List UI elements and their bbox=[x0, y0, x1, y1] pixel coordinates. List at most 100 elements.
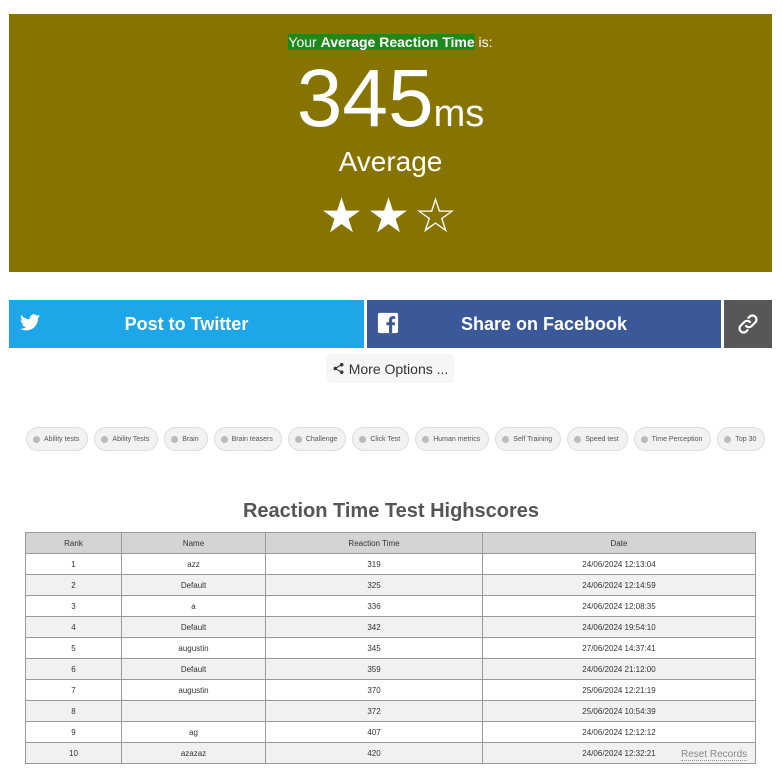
cell-name: Default bbox=[121, 658, 266, 680]
tag-dot-icon bbox=[294, 435, 302, 443]
cell-name: Default bbox=[121, 574, 266, 596]
result-panel: Your Average Reaction Time is: 345ms Ave… bbox=[9, 14, 772, 272]
tag-dot-icon bbox=[574, 435, 582, 443]
tag-label: Ability tests bbox=[44, 435, 80, 443]
tag-dot-icon bbox=[101, 435, 109, 443]
tag-chip[interactable]: Self Training bbox=[495, 427, 562, 451]
cell-rank: 10 bbox=[25, 742, 122, 764]
cell-rank: 6 bbox=[25, 658, 122, 680]
tag-chip[interactable]: Click Test bbox=[352, 427, 410, 451]
column-header-date: Date bbox=[482, 532, 756, 554]
cell-reaction-time: 370 bbox=[265, 679, 483, 701]
cell-name: ag bbox=[121, 721, 266, 743]
tag-chip[interactable]: Ability Tests bbox=[94, 427, 159, 451]
cell-name: azazaz bbox=[121, 742, 266, 764]
table-row: 3 a 336 24/06/2024 12:08:35 bbox=[25, 595, 756, 617]
cell-reaction-time: 342 bbox=[265, 616, 483, 638]
more-options-label: More Options ... bbox=[348, 360, 449, 377]
tag-dot-icon bbox=[220, 435, 228, 443]
intro-suffix: is: bbox=[474, 34, 493, 50]
link-icon bbox=[738, 314, 758, 334]
tag-dot-icon bbox=[640, 435, 648, 443]
table-header-row: Rank Name Reaction Time Date bbox=[25, 532, 756, 554]
intro-highlight-box: Your Average Reaction Time bbox=[288, 34, 475, 50]
tag-list: Ability tests Ability Tests Brain Brain … bbox=[26, 427, 766, 451]
cell-date: 24/06/2024 12:12:12 bbox=[482, 721, 756, 743]
cell-reaction-time: 359 bbox=[265, 658, 483, 680]
cell-date: 27/06/2024 14:37:41 bbox=[482, 637, 756, 659]
cell-name: azz bbox=[121, 553, 266, 575]
table-row: 5 augustin 345 27/06/2024 14:37:41 bbox=[25, 637, 756, 659]
tag-label: Speed test bbox=[585, 435, 619, 443]
intro-highlight: Average Reaction Time bbox=[320, 34, 475, 50]
tag-label: Top 30 bbox=[735, 435, 757, 443]
cell-rank: 7 bbox=[25, 679, 122, 701]
tag-dot-icon bbox=[359, 435, 367, 443]
tag-label: Brain bbox=[182, 435, 199, 443]
cell-reaction-time: 336 bbox=[265, 595, 483, 617]
tag-chip[interactable]: Brain teasers bbox=[213, 427, 282, 451]
cell-reaction-time: 420 bbox=[265, 742, 483, 764]
tag-label: Self Training bbox=[513, 435, 553, 443]
tag-dot-icon bbox=[422, 435, 430, 443]
facebook-share-button[interactable]: Share on Facebook bbox=[367, 300, 721, 348]
tag-chip[interactable]: Time Perception bbox=[633, 427, 712, 451]
reset-records-link[interactable]: Reset Records bbox=[681, 749, 748, 761]
cell-rank: 9 bbox=[25, 721, 122, 743]
score-value: 345 bbox=[296, 53, 434, 144]
tag-dot-icon bbox=[724, 435, 732, 443]
table-row: 8 372 25/06/2024 10:54:39 bbox=[25, 700, 756, 722]
cell-reaction-time: 345 bbox=[265, 637, 483, 659]
table-row: 7 augustin 370 25/06/2024 12:21:19 bbox=[25, 679, 756, 701]
cell-name bbox=[121, 700, 266, 722]
tag-label: Ability Tests bbox=[112, 435, 150, 443]
cell-rank: 5 bbox=[25, 637, 122, 659]
tag-label: Click Test bbox=[370, 435, 401, 443]
tag-chip[interactable]: Challenge bbox=[287, 427, 347, 451]
cell-name: Default bbox=[121, 616, 266, 638]
star-rating: ★★☆ bbox=[319, 188, 462, 244]
cell-reaction-time: 372 bbox=[265, 700, 483, 722]
tag-dot-icon bbox=[171, 435, 179, 443]
cell-date: 25/06/2024 10:54:39 bbox=[482, 700, 756, 722]
table-row: 9 ag 407 24/06/2024 12:12:12 bbox=[25, 721, 756, 743]
cell-reaction-time: 319 bbox=[265, 553, 483, 575]
column-header-rank: Rank bbox=[25, 532, 122, 554]
tag-dot-icon bbox=[33, 435, 40, 443]
table-row: 2 Default 325 24/06/2024 12:14:59 bbox=[25, 574, 756, 596]
tag-label: Brain teasers bbox=[231, 435, 273, 443]
cell-rank: 2 bbox=[25, 574, 122, 596]
tag-chip[interactable]: Human metrics bbox=[415, 427, 490, 451]
intro-prefix: Your bbox=[288, 34, 321, 50]
cell-name: a bbox=[121, 595, 266, 617]
cell-date: 24/06/2024 19:54:10 bbox=[482, 616, 756, 638]
cell-name: augustin bbox=[121, 679, 266, 701]
tag-chip[interactable]: Top 30 bbox=[717, 427, 766, 451]
more-options-button[interactable]: More Options ... bbox=[326, 354, 454, 383]
table-row: 6 Default 359 24/06/2024 21:12:00 bbox=[25, 658, 756, 680]
cell-rank: 8 bbox=[25, 700, 122, 722]
twitter-share-label: Post to Twitter bbox=[124, 313, 249, 334]
tag-chip[interactable]: Ability tests bbox=[26, 427, 89, 451]
cell-reaction-time: 325 bbox=[265, 574, 483, 596]
cell-date: 24/06/2024 12:08:35 bbox=[482, 595, 756, 617]
table-row: 1 azz 319 24/06/2024 12:13:04 bbox=[25, 553, 756, 575]
column-header-reaction-time: Reaction Time bbox=[265, 532, 483, 554]
cell-rank: 3 bbox=[25, 595, 122, 617]
copy-link-button[interactable] bbox=[724, 300, 772, 348]
cell-date: 25/06/2024 12:21:19 bbox=[482, 679, 756, 701]
rating-label: Average bbox=[338, 146, 443, 177]
score-unit: ms bbox=[433, 93, 485, 135]
highscores-title: Reaction Time Test Highscores bbox=[242, 500, 539, 522]
tag-dot-icon bbox=[502, 435, 510, 443]
facebook-share-label: Share on Facebook bbox=[460, 313, 628, 334]
twitter-share-button[interactable]: Post to Twitter bbox=[9, 300, 364, 348]
cell-reaction-time: 407 bbox=[265, 721, 483, 743]
cell-rank: 4 bbox=[25, 616, 122, 638]
share-icon bbox=[333, 362, 344, 375]
tag-chip[interactable]: Brain bbox=[164, 427, 208, 451]
score-display: 345ms bbox=[9, 58, 772, 140]
tag-chip[interactable]: Speed test bbox=[567, 427, 628, 451]
cell-date: 24/06/2024 12:14:59 bbox=[482, 574, 756, 596]
cell-rank: 1 bbox=[25, 553, 122, 575]
